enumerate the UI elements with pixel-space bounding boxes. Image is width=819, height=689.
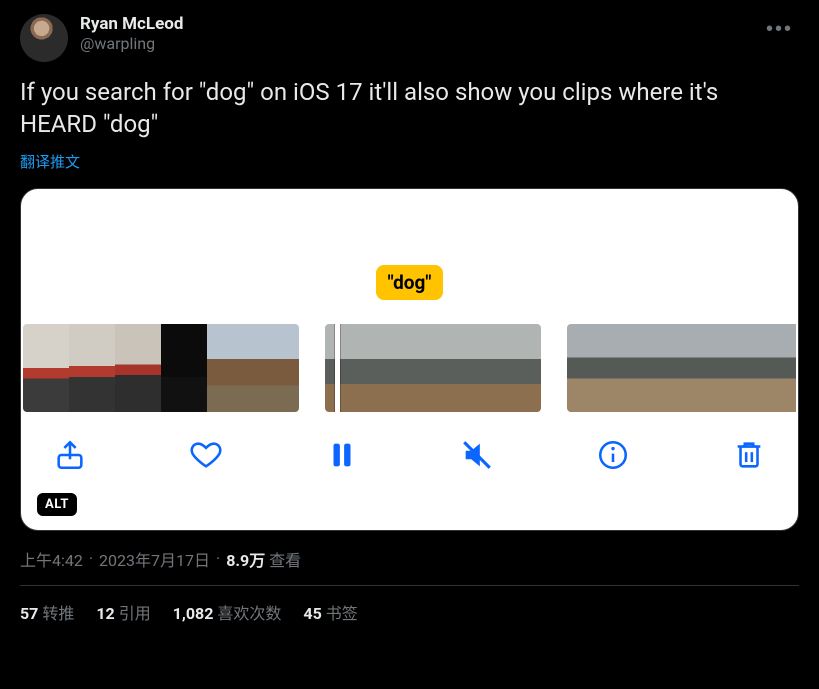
quotes-stat[interactable]: 12 引用 [96, 600, 150, 624]
playhead-icon[interactable] [335, 324, 340, 412]
share-icon [53, 438, 87, 472]
search-tag: "dog" [376, 265, 444, 300]
tweet-stats: 57转推 12 引用 1,082喜欢次数 45 书签 [20, 600, 799, 624]
ellipsis-icon: ••• [766, 18, 793, 40]
media-toolbar [37, 434, 782, 476]
clip-thumbnail[interactable] [567, 324, 796, 412]
likes-label: 喜欢次数 [217, 604, 281, 623]
more-button[interactable]: ••• [760, 14, 799, 45]
author-names[interactable]: Ryan McLeod @warpling [80, 14, 183, 54]
frame [23, 324, 69, 412]
frame [433, 324, 487, 412]
handle: @warpling [80, 34, 183, 53]
separator: · [214, 549, 222, 568]
pause-button[interactable] [321, 434, 363, 476]
tweet-date[interactable]: 2023年7月17日 [99, 547, 210, 571]
divider [20, 585, 799, 586]
clip-thumbnail[interactable] [23, 324, 299, 412]
bookmarks-stat[interactable]: 45 书签 [303, 600, 357, 624]
frame [751, 324, 796, 412]
frame [115, 324, 161, 412]
retweets-label: 转推 [42, 604, 74, 623]
frame [69, 324, 115, 412]
frame [659, 324, 705, 412]
trash-icon [732, 438, 766, 472]
media-card[interactable]: "dog" [20, 188, 799, 531]
frame [161, 324, 207, 412]
views[interactable]: 8.9万 查看 [226, 547, 301, 571]
mute-icon [460, 438, 494, 472]
mute-button[interactable] [456, 434, 498, 476]
tweet-time[interactable]: 上午4:42 [20, 547, 83, 571]
retweets-stat[interactable]: 57转推 [20, 600, 74, 624]
frame [379, 324, 433, 412]
separator: · [87, 549, 95, 568]
delete-button[interactable] [728, 434, 770, 476]
quotes-label: 引用 [119, 604, 151, 623]
tweet-text: If you search for "dog" on iOS 17 it'll … [20, 76, 799, 141]
views-count: 8.9万 [226, 551, 265, 570]
bookmarks-label: 书签 [326, 604, 358, 623]
heart-icon [189, 438, 223, 472]
retweets-count: 57 [20, 604, 38, 623]
frame [207, 324, 253, 412]
frame [613, 324, 659, 412]
frame [567, 324, 613, 412]
quotes-count: 12 [96, 604, 114, 623]
display-name: Ryan McLeod [80, 14, 183, 34]
frame [325, 324, 379, 412]
info-icon [596, 438, 630, 472]
views-label: 查看 [269, 551, 301, 570]
clip-thumbnail[interactable] [325, 324, 541, 412]
alt-badge[interactable]: ALT [37, 493, 77, 516]
likes-stat[interactable]: 1,082喜欢次数 [173, 600, 282, 624]
tweet: Ryan McLeod @warpling ••• If you search … [20, 14, 799, 624]
share-button[interactable] [49, 434, 91, 476]
like-button[interactable] [185, 434, 227, 476]
search-tag-wrap: "dog" [37, 265, 782, 300]
avatar[interactable] [20, 14, 68, 62]
tweet-meta: 上午4:42 · 2023年7月17日 · 8.9万 查看 [20, 547, 799, 571]
tweet-header: Ryan McLeod @warpling ••• [20, 14, 799, 62]
info-button[interactable] [592, 434, 634, 476]
frame [253, 324, 299, 412]
frame [487, 324, 541, 412]
likes-count: 1,082 [173, 604, 214, 623]
filmstrip[interactable] [23, 324, 796, 412]
frame [705, 324, 751, 412]
translate-link[interactable]: 翻译推文 [20, 151, 80, 172]
pause-icon [325, 438, 359, 472]
bookmarks-count: 45 [303, 604, 321, 623]
